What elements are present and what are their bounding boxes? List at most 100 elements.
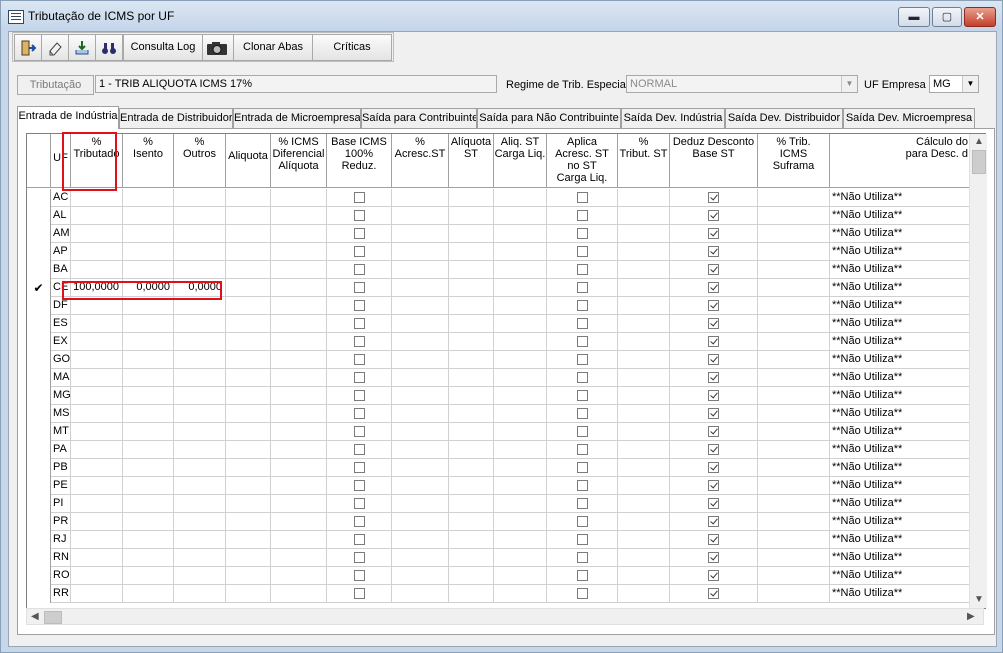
cell-acresc-st[interactable] — [392, 495, 449, 513]
cell-deduz-desconto[interactable] — [670, 315, 758, 333]
uf-empresa-combo[interactable]: MG ▼ — [929, 75, 979, 93]
cell-outros[interactable] — [174, 261, 226, 279]
cell-acresc-st[interactable] — [392, 189, 449, 207]
checkbox[interactable] — [577, 426, 588, 437]
cell-aliquota-st[interactable] — [449, 549, 494, 567]
column-header-tributado[interactable]: % Tributado — [71, 134, 123, 188]
column-header-deduz-desconto[interactable]: Deduz Desconto Base ST — [670, 134, 758, 188]
cell-aplica-acresc[interactable] — [547, 495, 618, 513]
cell-icms-dif[interactable] — [271, 333, 327, 351]
checkbox[interactable] — [708, 516, 719, 527]
cell-trib-suframa[interactable] — [758, 243, 830, 261]
cell-outros[interactable]: 0,0000 — [174, 279, 226, 297]
cell-tributado[interactable] — [71, 477, 123, 495]
cell-trib-suframa[interactable] — [758, 405, 830, 423]
checkbox[interactable] — [354, 516, 365, 527]
cell-icms-dif[interactable] — [271, 567, 327, 585]
cell-isento[interactable] — [123, 243, 174, 261]
checkbox[interactable] — [354, 282, 365, 293]
cell-tribut-st[interactable] — [618, 531, 670, 549]
chevron-down-icon[interactable]: ▼ — [841, 76, 857, 92]
cell-outros[interactable] — [174, 189, 226, 207]
cell-aplica-acresc[interactable] — [547, 441, 618, 459]
checkbox[interactable] — [354, 264, 365, 275]
scroll-thumb[interactable] — [44, 611, 62, 624]
cell-isento[interactable] — [123, 531, 174, 549]
cell-aliquota[interactable] — [226, 495, 271, 513]
cell-aliq-st-carga[interactable] — [494, 585, 547, 603]
checkbox[interactable] — [354, 372, 365, 383]
cell-base-icms[interactable] — [327, 531, 392, 549]
cell-tributado[interactable] — [71, 351, 123, 369]
cell-aliq-st-carga[interactable] — [494, 261, 547, 279]
cell-calculo[interactable]: **Não Utiliza** — [830, 477, 971, 495]
cell-base-icms[interactable] — [327, 567, 392, 585]
cell-tribut-st[interactable] — [618, 189, 670, 207]
tab-8[interactable]: Saída Dev. Microempresa — [843, 108, 975, 128]
table-row[interactable]: MA **Não Utiliza** — [27, 369, 985, 387]
cell-deduz-desconto[interactable] — [670, 279, 758, 297]
checkbox[interactable] — [708, 480, 719, 491]
cell-base-icms[interactable] — [327, 477, 392, 495]
cell-outros[interactable] — [174, 441, 226, 459]
cell-trib-suframa[interactable] — [758, 189, 830, 207]
cell-aliquota-st[interactable] — [449, 297, 494, 315]
cell-aliquota[interactable] — [226, 513, 271, 531]
cell-aliq-st-carga[interactable] — [494, 549, 547, 567]
cell-aliquota-st[interactable] — [449, 477, 494, 495]
table-row[interactable]: PI **Não Utiliza** — [27, 495, 985, 513]
tributacao-field[interactable]: 1 - TRIB ALIQUOTA ICMS 17% — [95, 75, 497, 93]
cell-aliquota-st[interactable] — [449, 387, 494, 405]
checkbox[interactable] — [577, 336, 588, 347]
cell-calculo[interactable]: **Não Utiliza** — [830, 369, 971, 387]
cell-aliquota[interactable] — [226, 531, 271, 549]
checkbox[interactable] — [708, 408, 719, 419]
cell-isento[interactable] — [123, 459, 174, 477]
cell-tribut-st[interactable] — [618, 369, 670, 387]
tab-2[interactable]: Entrada de Distribuidor — [119, 108, 233, 128]
checkbox[interactable] — [354, 588, 365, 599]
cell-outros[interactable] — [174, 549, 226, 567]
cell-aliquota-st[interactable] — [449, 495, 494, 513]
cell-aliquota-st[interactable] — [449, 369, 494, 387]
cell-trib-suframa[interactable] — [758, 315, 830, 333]
cell-aliquota[interactable] — [226, 261, 271, 279]
checkbox[interactable] — [354, 192, 365, 203]
cell-isento[interactable] — [123, 189, 174, 207]
checkbox[interactable] — [354, 228, 365, 239]
cell-calculo[interactable]: **Não Utiliza** — [830, 405, 971, 423]
cell-deduz-desconto[interactable] — [670, 531, 758, 549]
cell-calculo[interactable]: **Não Utiliza** — [830, 531, 971, 549]
cell-acresc-st[interactable] — [392, 423, 449, 441]
cell-aplica-acresc[interactable] — [547, 225, 618, 243]
chevron-left-icon[interactable]: ◀ — [31, 611, 39, 622]
table-row[interactable]: MT **Não Utiliza** — [27, 423, 985, 441]
chevron-up-icon[interactable]: ▲ — [974, 136, 984, 147]
checkbox[interactable] — [354, 300, 365, 311]
checkbox[interactable] — [577, 192, 588, 203]
cell-aplica-acresc[interactable] — [547, 369, 618, 387]
cell-acresc-st[interactable] — [392, 567, 449, 585]
cell-trib-suframa[interactable] — [758, 261, 830, 279]
cell-aliquota[interactable] — [226, 459, 271, 477]
cell-aplica-acresc[interactable] — [547, 315, 618, 333]
cell-aliquota[interactable] — [226, 315, 271, 333]
cell-trib-suframa[interactable] — [758, 369, 830, 387]
checkbox[interactable] — [708, 300, 719, 311]
cell-base-icms[interactable] — [327, 207, 392, 225]
cell-tribut-st[interactable] — [618, 351, 670, 369]
cell-outros[interactable] — [174, 423, 226, 441]
cell-tributado[interactable] — [71, 315, 123, 333]
checkbox[interactable] — [577, 408, 588, 419]
checkbox[interactable] — [354, 462, 365, 473]
checkbox[interactable] — [708, 390, 719, 401]
cell-trib-suframa[interactable] — [758, 567, 830, 585]
chevron-down-icon[interactable]: ▼ — [962, 76, 978, 92]
checkbox[interactable] — [708, 192, 719, 203]
cell-aplica-acresc[interactable] — [547, 531, 618, 549]
cell-isento[interactable] — [123, 495, 174, 513]
chevron-down-icon[interactable]: ▼ — [974, 594, 984, 605]
cell-outros[interactable] — [174, 459, 226, 477]
cell-base-icms[interactable] — [327, 495, 392, 513]
horizontal-scrollbar[interactable]: ◀ ▶ — [26, 608, 984, 625]
